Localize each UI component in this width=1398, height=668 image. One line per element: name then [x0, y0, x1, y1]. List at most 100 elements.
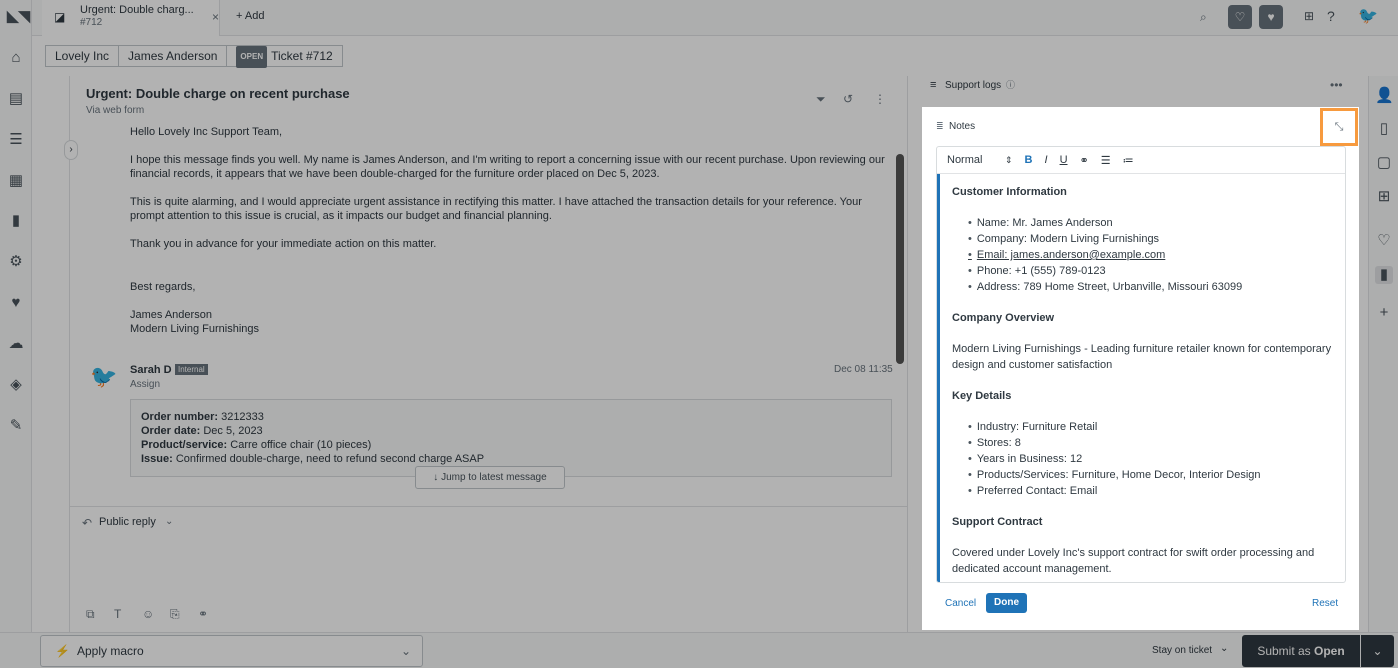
chevron-down-icon[interactable]: ⌄	[1220, 643, 1228, 654]
comment-author: Sarah D	[130, 364, 172, 376]
breadcrumb: Lovely Inc James Anderson OPEN Ticket #71…	[45, 45, 343, 68]
status-badge: OPEN	[236, 46, 268, 68]
ticket-number: Ticket #712	[271, 49, 333, 63]
select-arrows-icon[interactable]: ⇕	[1005, 155, 1013, 166]
expand-notes-icon[interactable]: ⤡	[1320, 108, 1358, 146]
ticket-subject: Urgent: Double charge on recent purchase	[86, 86, 350, 101]
cloud-icon[interactable]: ☁	[7, 335, 25, 353]
notes-icon: ≣	[936, 121, 944, 131]
product: Carre office chair (10 pieces)	[230, 439, 372, 451]
list-item: Stores: 8	[968, 435, 1333, 451]
via-channel: Via web form	[86, 105, 145, 116]
bottom-bar: ⚡ Apply macro ⌄ Stay on ticket ⌄ Submit …	[0, 632, 1398, 668]
notes-heading: Key Details	[952, 390, 1012, 402]
assign-link[interactable]: Assign	[130, 378, 160, 392]
cancel-button[interactable]: Cancel	[945, 598, 976, 609]
signature-company: Modern Living Furnishings	[130, 323, 260, 335]
bullet-list-icon[interactable]: ☰	[1101, 154, 1111, 167]
ticket-tab-icon: ◪	[54, 10, 66, 24]
user-icon[interactable]: 👤	[1375, 87, 1394, 105]
underline-icon[interactable]: U	[1060, 154, 1068, 166]
home-icon[interactable]: ⌂	[7, 49, 25, 67]
notes-card: ≣ Notes ⤡ Normal ⇕ B I U ⚭ ☰ ≔ Customer …	[922, 107, 1359, 630]
message-paragraph-2: This is quite alarming, and I would appr…	[130, 196, 862, 222]
reply-mode-dropdown[interactable]: Public reply	[99, 516, 156, 528]
author-avatar: 🐦	[90, 364, 118, 389]
numbered-list-icon[interactable]: ≔	[1123, 154, 1134, 167]
jump-to-latest-button[interactable]: ↓ Jump to latest message	[415, 466, 565, 489]
filter-icon[interactable]: ⏷	[816, 92, 826, 107]
notes-editor[interactable]: Normal ⇕ B I U ⚭ ☰ ≔ Customer Informatio…	[936, 146, 1346, 583]
product-tray-icon[interactable]: ⊞	[1304, 9, 1314, 23]
breadcrumb-requester[interactable]: James Anderson	[118, 45, 228, 67]
apps-grid-icon[interactable]: ⊞	[1375, 188, 1393, 206]
left-nav-rail: ◣◥ ⌂ ▤ ☰ ▦ ▮ ⚙ ♥ ☁ ◈ ✎ Z	[0, 0, 32, 668]
add-tab-button[interactable]: + Add	[236, 10, 264, 22]
views-icon[interactable]: ▤	[7, 90, 25, 108]
chat-icon[interactable]: ▢	[1375, 154, 1393, 172]
submit-button[interactable]: Submit as Open	[1242, 635, 1360, 667]
organizations-icon[interactable]: ▦	[7, 172, 25, 190]
app-heart-icon[interactable]: ♥	[1259, 5, 1283, 29]
link-icon[interactable]: ⚭	[1080, 154, 1089, 167]
scrollbar[interactable]	[896, 154, 904, 364]
issue: Confirmed double-charge, need to refund …	[175, 453, 485, 465]
submit-status: Open	[1314, 644, 1345, 658]
message-paragraph-3: Thank you in advance for your immediate …	[130, 238, 437, 250]
close-tab-icon[interactable]: ×	[212, 10, 219, 24]
notes-heading: Support Contract	[952, 516, 1043, 528]
search-icon[interactable]: ⌕	[1200, 10, 1207, 25]
submit-options-icon[interactable]: ⌄	[1361, 635, 1394, 667]
stay-on-ticket-dropdown[interactable]: Stay on ticket	[1152, 645, 1212, 656]
app-heart-chat-icon[interactable]: ♡	[1375, 232, 1393, 250]
add-app-icon[interactable]: +	[1375, 304, 1393, 322]
admin-gear-icon[interactable]: ⚙	[7, 253, 25, 271]
bold-icon[interactable]: B	[1025, 154, 1033, 166]
reset-button[interactable]: Reset	[1312, 598, 1338, 609]
reply-arrow-icon: ↶	[82, 516, 93, 530]
key-details-list: Industry: Furniture Retail Stores: 8 Yea…	[952, 419, 1333, 499]
order-number-label: Order number:	[141, 411, 219, 423]
text-format-select[interactable]: Normal	[947, 154, 1007, 166]
more-options-icon[interactable]: ⋮	[874, 92, 886, 106]
top-bar: ◪ Urgent: Double charg... #712 × + Add ⌕…	[32, 0, 1398, 36]
more-horizontal-icon[interactable]: •••	[1330, 78, 1343, 92]
notes-heading: Customer Information	[952, 186, 1067, 198]
reply-composer[interactable]: ↶ Public reply ⌄ ⧉ T ☺ ⎘ ⚭	[69, 506, 907, 632]
macro-label: Apply macro	[77, 644, 144, 658]
breadcrumb-ticket[interactable]: OPEN Ticket #712	[226, 45, 343, 68]
edit-icon[interactable]: ✎	[7, 417, 25, 435]
knowledge-icon[interactable]: ▯	[1375, 120, 1393, 138]
notes-content[interactable]: Customer Information Name: Mr. James And…	[937, 174, 1345, 582]
apps-heart-icon[interactable]: ♥	[7, 294, 25, 312]
apply-macro-dropdown[interactable]: ⚡ Apply macro ⌄	[40, 635, 423, 667]
zendesk-logo-icon[interactable]: ◣◥	[7, 8, 30, 26]
notes-app-icon[interactable]: ▮	[1375, 266, 1393, 284]
text-format-icon[interactable]: T	[114, 607, 121, 621]
avatar[interactable]: 🐦	[1358, 6, 1378, 26]
customers-icon[interactable]: ☰	[7, 131, 25, 149]
link-icon[interactable]: ⚭	[198, 607, 208, 621]
conversation-pane: Urgent: Double charge on recent purchase…	[64, 76, 907, 506]
emoji-icon[interactable]: ☺	[142, 607, 154, 621]
compose-icon[interactable]: ⧉	[86, 607, 95, 622]
breadcrumb-org[interactable]: Lovely Inc	[45, 45, 120, 67]
history-icon[interactable]: ↺	[843, 92, 853, 106]
attachment-icon[interactable]: ⎘	[170, 607, 180, 622]
arrow-down-icon: ↓	[433, 472, 439, 483]
ticket-tab[interactable]: ◪ Urgent: Double charg... #712 ×	[42, 0, 220, 36]
expand-sidebar-icon[interactable]: ›	[64, 140, 78, 160]
tab-subtitle: #712	[80, 17, 103, 28]
app-chat-icon[interactable]: ♡	[1228, 5, 1252, 29]
list-item: Preferred Contact: Email	[968, 483, 1333, 499]
info-icon[interactable]: ⓘ	[1006, 78, 1015, 91]
chevron-down-icon[interactable]: ⌄	[165, 516, 173, 527]
reporting-icon[interactable]: ▮	[7, 212, 25, 230]
done-button[interactable]: Done	[986, 593, 1027, 613]
help-icon[interactable]: ?	[1327, 8, 1335, 24]
italic-icon[interactable]: I	[1045, 154, 1048, 166]
cube-icon[interactable]: ◈	[7, 376, 25, 394]
jump-label: Jump to latest message	[441, 472, 547, 483]
list-item: Name: Mr. James Anderson	[968, 215, 1333, 231]
list-item: Industry: Furniture Retail	[968, 419, 1333, 435]
